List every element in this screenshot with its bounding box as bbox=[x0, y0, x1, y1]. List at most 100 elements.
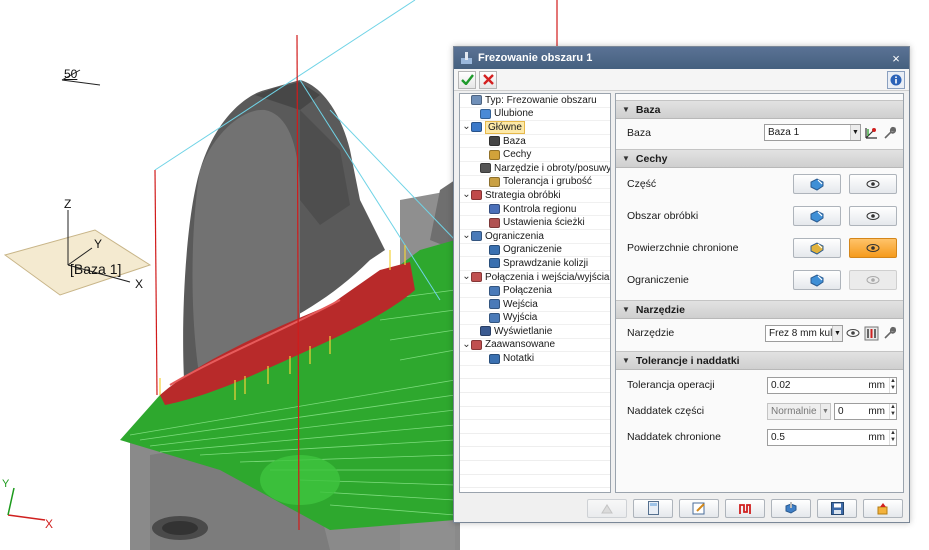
tool-library-icon[interactable] bbox=[863, 325, 879, 342]
exit-icon bbox=[489, 312, 500, 323]
tree-item-label: Ograniczenia bbox=[485, 230, 544, 242]
dialog-bottom-bar bbox=[454, 494, 909, 522]
ok-button[interactable] bbox=[458, 70, 476, 89]
edit-button[interactable] bbox=[679, 498, 719, 518]
scale-label: 50 bbox=[64, 67, 78, 81]
section-title: Tolerancje i naddatki bbox=[635, 354, 740, 367]
tree-item[interactable]: Wejścia bbox=[460, 298, 610, 312]
tree-empty-row bbox=[460, 366, 610, 380]
exit-button[interactable] bbox=[863, 498, 903, 518]
toolpath-button[interactable] bbox=[725, 498, 765, 518]
tree-empty-row bbox=[460, 420, 610, 434]
tree-item-label: Notatki bbox=[503, 353, 535, 365]
dialog-title: Frezowanie obszaru 1 bbox=[478, 52, 593, 64]
origin-x-label: X bbox=[45, 517, 54, 531]
simulate-button[interactable] bbox=[771, 498, 811, 518]
chevron-down-icon: ▼ bbox=[832, 325, 842, 341]
select-feature-button[interactable] bbox=[793, 238, 841, 258]
feature-label: Część bbox=[627, 178, 657, 190]
tree-item[interactable]: ⌄ Strategia obróbki bbox=[460, 189, 610, 203]
wrench-icon[interactable] bbox=[881, 124, 897, 141]
part-allowance-label: Naddatek części bbox=[627, 405, 705, 417]
tree-item[interactable]: Kontrola regionu bbox=[460, 203, 610, 217]
save-button[interactable] bbox=[817, 498, 857, 518]
spin-arrows-icon[interactable]: ▲ ▼ bbox=[889, 377, 896, 393]
eye-icon bbox=[866, 180, 880, 188]
show-feature-button[interactable] bbox=[849, 270, 897, 290]
limits-icon bbox=[471, 231, 482, 242]
tree-item-label: Sprawdzanie kolizji bbox=[503, 257, 589, 269]
show-feature-button[interactable] bbox=[849, 174, 897, 194]
tree-item[interactable]: Wyjścia bbox=[460, 312, 610, 326]
section-narzedzie-header[interactable]: ▼ Narzędzie bbox=[616, 300, 903, 319]
tool-row: Narzędzie Frez 8 mm kula ▼ bbox=[616, 319, 903, 347]
section-tolerancje-header[interactable]: ▼ Tolerancje i naddatki bbox=[616, 351, 903, 370]
tree-item[interactable]: Baza bbox=[460, 135, 610, 149]
spin-arrows-icon[interactable]: ▲ ▼ bbox=[889, 429, 896, 445]
show-feature-button[interactable] bbox=[849, 238, 897, 258]
tree-item[interactable]: Wyświetlanie bbox=[460, 325, 610, 339]
tree-item[interactable]: Notatki bbox=[460, 352, 610, 366]
tree-item[interactable]: Narzędzie i obroty/posuwy bbox=[460, 162, 610, 176]
section-cechy-header[interactable]: ▼ Cechy bbox=[616, 149, 903, 168]
operation-tolerance-input[interactable]: 0.02 mm ▲ ▼ bbox=[767, 376, 897, 394]
tree-item-label: Tolerancja i grubość bbox=[503, 176, 592, 188]
strategy-icon bbox=[471, 190, 482, 201]
toolpath-icon bbox=[739, 503, 751, 514]
base-select-value: Baza 1 bbox=[768, 127, 800, 138]
show-feature-button[interactable] bbox=[849, 206, 897, 226]
base-icon bbox=[489, 136, 500, 147]
tree-item-label: Cechy bbox=[503, 149, 532, 161]
calculator-icon bbox=[647, 501, 659, 515]
expand-chevron-icon[interactable]: ⌄ bbox=[462, 190, 471, 200]
tree-item[interactable]: Ograniczenie bbox=[460, 244, 610, 258]
close-icon[interactable]: × bbox=[889, 51, 903, 66]
tree-item[interactable]: ⌄ Główne bbox=[460, 120, 610, 135]
select-feature-button[interactable] bbox=[793, 270, 841, 290]
tree-item[interactable]: Połączenia bbox=[460, 284, 610, 298]
base-select[interactable]: Baza 1 ▼ bbox=[764, 124, 861, 141]
cross-icon bbox=[482, 74, 494, 85]
collision-icon bbox=[489, 258, 500, 269]
tree-item[interactable]: ⌄ Zaawansowane bbox=[460, 339, 610, 353]
collapse-triangle-icon: ▼ bbox=[622, 305, 630, 314]
tree-item[interactable]: ⌄ Ograniczenia bbox=[460, 230, 610, 244]
spin-arrows-icon[interactable]: ▲ ▼ bbox=[889, 403, 896, 419]
expand-chevron-icon[interactable]: ⌄ bbox=[462, 122, 471, 132]
section-baza-header[interactable]: ▼ Baza bbox=[616, 100, 903, 119]
dialog-titlebar[interactable]: Frezowanie obszaru 1 × bbox=[454, 47, 909, 69]
protected-allowance-input[interactable]: 0.5 mm ▲ ▼ bbox=[767, 428, 897, 446]
tree-item[interactable]: ⌄ Połączenia i wejścia/wyjścia bbox=[460, 271, 610, 285]
tree-item[interactable]: Typ: Frezowanie obszaru bbox=[460, 94, 610, 108]
tree-item-label: Wejścia bbox=[503, 298, 538, 310]
select-geometry-icon bbox=[810, 273, 824, 287]
lift-button[interactable] bbox=[587, 498, 627, 518]
tree-item[interactable]: Ulubione bbox=[460, 108, 610, 122]
axis-pick-icon[interactable] bbox=[863, 124, 879, 141]
tree-item[interactable]: Ustawienia ścieżki bbox=[460, 216, 610, 230]
unit-label: mm bbox=[868, 431, 885, 443]
part-allowance-input[interactable]: 0 mm ▲ ▼ bbox=[834, 402, 897, 420]
tree-item-label: Główne bbox=[485, 120, 525, 134]
calculator-button[interactable] bbox=[633, 498, 673, 518]
region-icon bbox=[489, 204, 500, 215]
eye-icon[interactable] bbox=[845, 325, 861, 342]
chevron-down-icon: ▼ bbox=[820, 403, 830, 419]
info-button[interactable] bbox=[887, 70, 905, 89]
tree-item[interactable]: Cechy bbox=[460, 148, 610, 162]
select-feature-button[interactable] bbox=[793, 206, 841, 226]
tree-item[interactable]: Sprawdzanie kolizji bbox=[460, 257, 610, 271]
base-label[interactable]: [Baza 1] bbox=[70, 261, 121, 277]
expand-chevron-icon[interactable]: ⌄ bbox=[462, 339, 471, 349]
select-feature-button[interactable] bbox=[793, 174, 841, 194]
base-label-text: Baza bbox=[627, 126, 651, 139]
expand-chevron-icon[interactable]: ⌄ bbox=[462, 231, 471, 241]
expand-chevron-icon[interactable]: ⌄ bbox=[462, 272, 471, 282]
cancel-button[interactable] bbox=[479, 70, 497, 89]
tree-item[interactable]: Tolerancja i grubość bbox=[460, 176, 610, 190]
wrench-icon[interactable] bbox=[881, 325, 897, 342]
select-geometry-icon bbox=[810, 209, 824, 223]
protected-allowance-value: 0.5 bbox=[771, 431, 785, 443]
feature-row: Powierzchnie chronione bbox=[616, 232, 903, 264]
tool-select[interactable]: Frez 8 mm kula ▼ bbox=[765, 324, 843, 342]
